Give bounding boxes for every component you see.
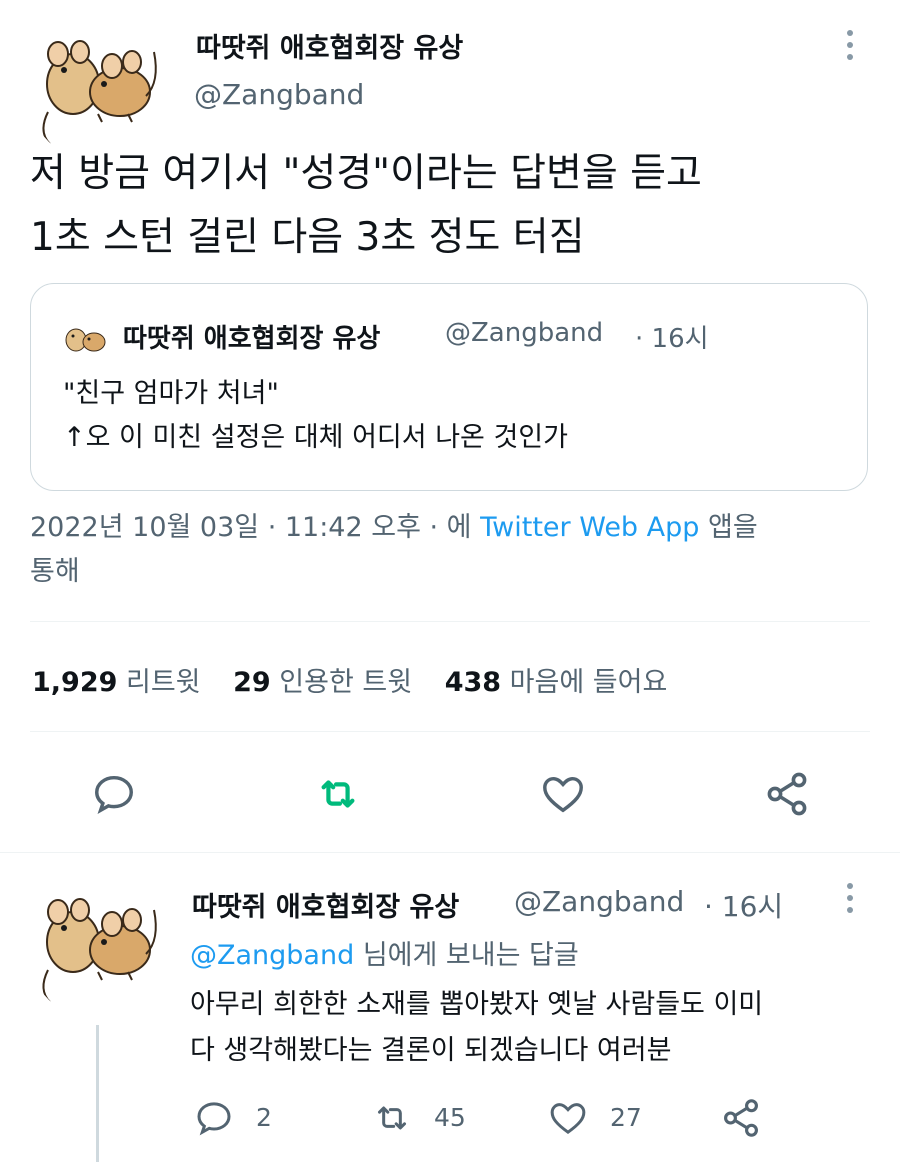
divider bbox=[0, 852, 900, 853]
reply-icon bbox=[197, 1102, 231, 1136]
author-handle[interactable]: @Zangband bbox=[194, 78, 364, 111]
thread-line bbox=[96, 1025, 99, 1162]
more-options-icon[interactable] bbox=[835, 25, 865, 65]
quoted-tweet[interactable]: 따땃쥐 애호협회장 유상 @Zangband · 16시 "친구 엄마가 처녀"… bbox=[30, 283, 868, 491]
divider bbox=[30, 621, 870, 622]
tweet-text: 저 방금 여기서 "성경"이라는 답변을 듣고 1초 스턴 걸린 다음 3초 정… bbox=[30, 151, 702, 260]
source-suffix: 앱을 bbox=[708, 512, 758, 543]
reply-replies-count: 2 bbox=[256, 1103, 272, 1132]
replying-to: @Zangband 님에게 보내는 답글 bbox=[190, 933, 579, 972]
source-link[interactable]: Twitter Web App bbox=[480, 512, 699, 543]
divider bbox=[30, 731, 870, 732]
reply-author-name[interactable]: 따땃쥐 애호협회장 유상 bbox=[192, 885, 459, 924]
like-button[interactable] bbox=[534, 766, 592, 822]
mouse-avatar-icon bbox=[42, 898, 157, 1003]
quoted-text: "친구 엄마가 처녀" ↑오 이 미친 설정은 대체 어디서 나온 것인가 bbox=[63, 378, 568, 453]
author-name[interactable]: 따땃쥐 애호협회장 유상 bbox=[196, 26, 463, 65]
reply-likes-count: 27 bbox=[610, 1103, 642, 1132]
retweet-icon bbox=[321, 780, 355, 808]
reply-more-options-icon[interactable] bbox=[835, 878, 865, 918]
share-button[interactable] bbox=[758, 766, 816, 822]
retweet-icon bbox=[378, 1106, 406, 1130]
reply-text: 아무리 희한한 소재를 뽑아봤자 옛날 사람들도 이미 다 생각해봤다는 결론이… bbox=[190, 989, 764, 1066]
mouse-avatar-icon bbox=[42, 40, 157, 145]
replying-mention[interactable]: @Zangband bbox=[190, 940, 354, 971]
likes-stat[interactable]: 438 마음에 들어요 bbox=[445, 667, 668, 698]
replying-suffix: 님에게 보내는 답글 bbox=[362, 940, 579, 971]
quoted-author-name: 따땃쥐 애호협회장 유상 bbox=[123, 324, 381, 354]
avatar[interactable] bbox=[28, 22, 168, 162]
tweet-timestamp: 2022년 10월 03일 · 11:42 오후 · 에 Twitter Web… bbox=[30, 506, 880, 594]
reply-like-button[interactable] bbox=[545, 1096, 591, 1140]
heart-icon bbox=[550, 1103, 586, 1135]
mouse-avatar-icon bbox=[65, 328, 106, 352]
reply-time[interactable]: · 16시 bbox=[704, 885, 783, 925]
quoted-avatar bbox=[61, 318, 111, 358]
reply-icon bbox=[95, 775, 133, 814]
reply-retweet-button[interactable] bbox=[366, 1096, 418, 1140]
tweet-date[interactable]: 2022년 10월 03일 · 11:42 오후 · 에 bbox=[30, 512, 472, 543]
reply-share-button[interactable] bbox=[718, 1096, 764, 1140]
share-icon bbox=[724, 1099, 758, 1137]
share-icon bbox=[767, 772, 807, 816]
reply-author-handle[interactable]: @Zangband bbox=[514, 885, 684, 918]
reply-button[interactable] bbox=[86, 766, 142, 822]
heart-icon bbox=[543, 776, 583, 813]
quotes-stat[interactable]: 29 인용한 트윗 bbox=[233, 667, 412, 698]
quoted-time: · 16시 bbox=[635, 324, 709, 354]
reply-avatar[interactable] bbox=[28, 880, 168, 1020]
quoted-author-handle: @Zangband bbox=[445, 318, 604, 348]
retweet-button[interactable] bbox=[308, 766, 368, 822]
source-suffix-2: 통해 bbox=[30, 556, 80, 587]
reply-retweets-count: 45 bbox=[434, 1103, 466, 1132]
retweets-stat[interactable]: 1,929 리트윗 bbox=[32, 667, 201, 698]
tweet-stats: 1,929 리트윗 29 인용한 트윗 438 마음에 들어요 bbox=[32, 660, 667, 699]
reply-reply-button[interactable] bbox=[192, 1096, 236, 1140]
